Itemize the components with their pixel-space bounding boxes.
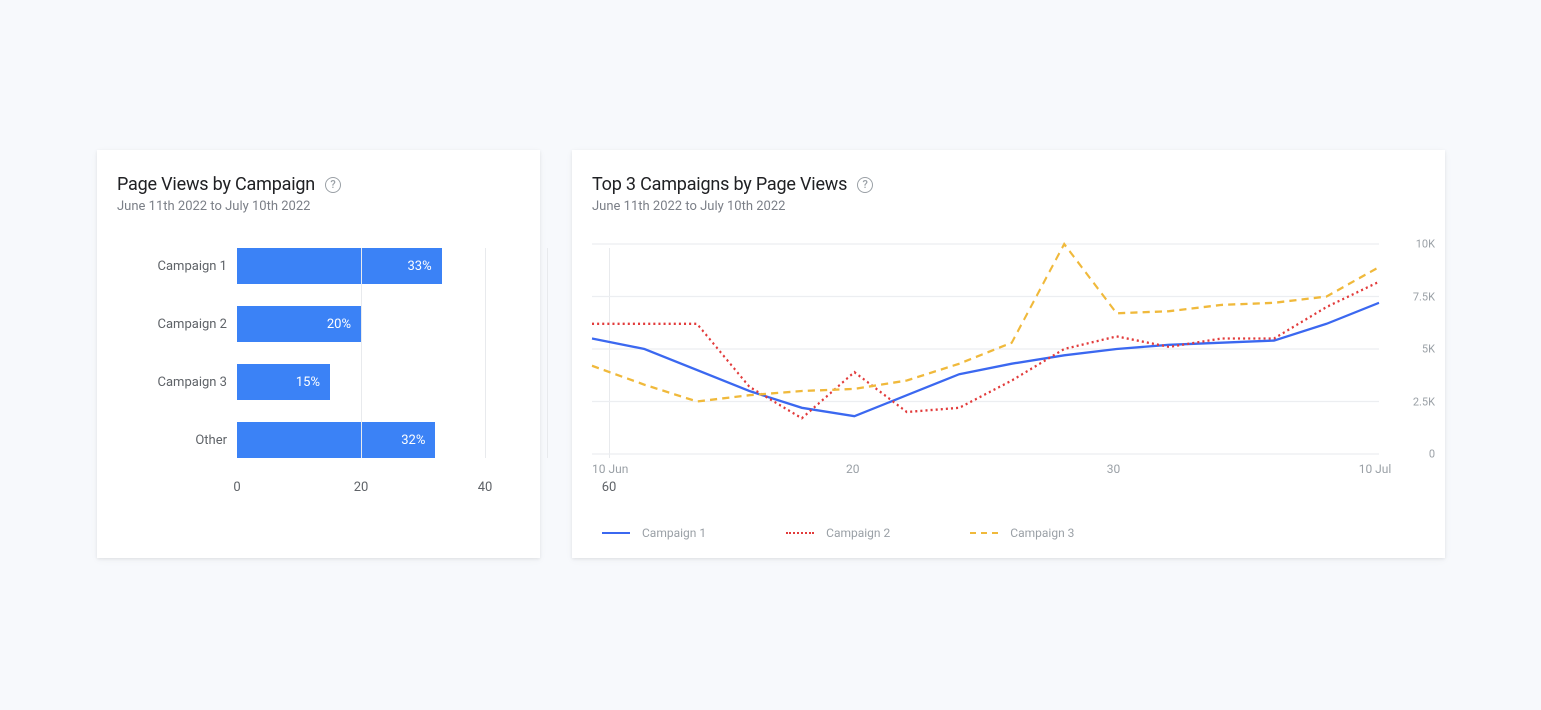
card-title: Page Views by Campaign [117,174,315,195]
y-tick-label: 7.5K [1413,290,1435,303]
x-tick-label: 10 Jun [592,462,628,476]
card-title: Top 3 Campaigns by Page Views [592,174,847,195]
legend-item: Campaign 3 [970,526,1074,540]
help-icon[interactable]: ? [857,177,873,193]
x-tick-label: 10 Jul [1359,462,1392,476]
legend-swatch [602,532,630,534]
x-tick-label: 30 [1107,462,1121,476]
y-tick-label: 0 [1429,448,1435,461]
bar-category-label: Other [117,433,237,448]
bar-category-label: Campaign 2 [117,317,237,332]
y-tick-label: 10K [1416,238,1435,251]
card-subtitle: June 11th 2022 to July 10th 2022 [117,199,520,214]
legend-item: Campaign 1 [602,526,706,540]
legend-swatch [970,532,998,534]
y-tick-label: 5K [1422,343,1435,356]
line-chart: 02.5K5K7.5K10K 10 Jun203010 Jul Campaign… [592,244,1425,540]
legend-item: Campaign 2 [786,526,890,540]
bar-category-label: Campaign 3 [117,375,237,390]
x-tick-label: 40 [478,480,493,495]
legend-swatch [786,532,814,534]
legend-label: Campaign 1 [642,526,706,540]
help-icon[interactable]: ? [325,177,341,193]
x-tick-label: 0 [233,480,240,495]
x-tick-label: 20 [846,462,860,476]
page-views-by-campaign-card: Page Views by Campaign ? June 11th 2022 … [97,150,540,558]
y-tick-label: 2.5K [1413,395,1435,408]
card-subtitle: June 11th 2022 to July 10th 2022 [592,199,1425,214]
line-series-campaign-2 [592,282,1379,419]
x-tick-label: 20 [354,480,369,495]
legend-label: Campaign 3 [1010,526,1074,540]
line-series-campaign-3 [592,244,1379,402]
legend-label: Campaign 2 [826,526,890,540]
gridline [485,248,486,458]
gridline [547,248,548,458]
bar-category-label: Campaign 1 [117,259,237,274]
top-3-campaigns-card: Top 3 Campaigns by Page Views ? June 11t… [572,150,1445,558]
gridline [361,248,362,458]
bar-chart: Campaign 133%Campaign 220%Campaign 315%O… [117,248,520,500]
